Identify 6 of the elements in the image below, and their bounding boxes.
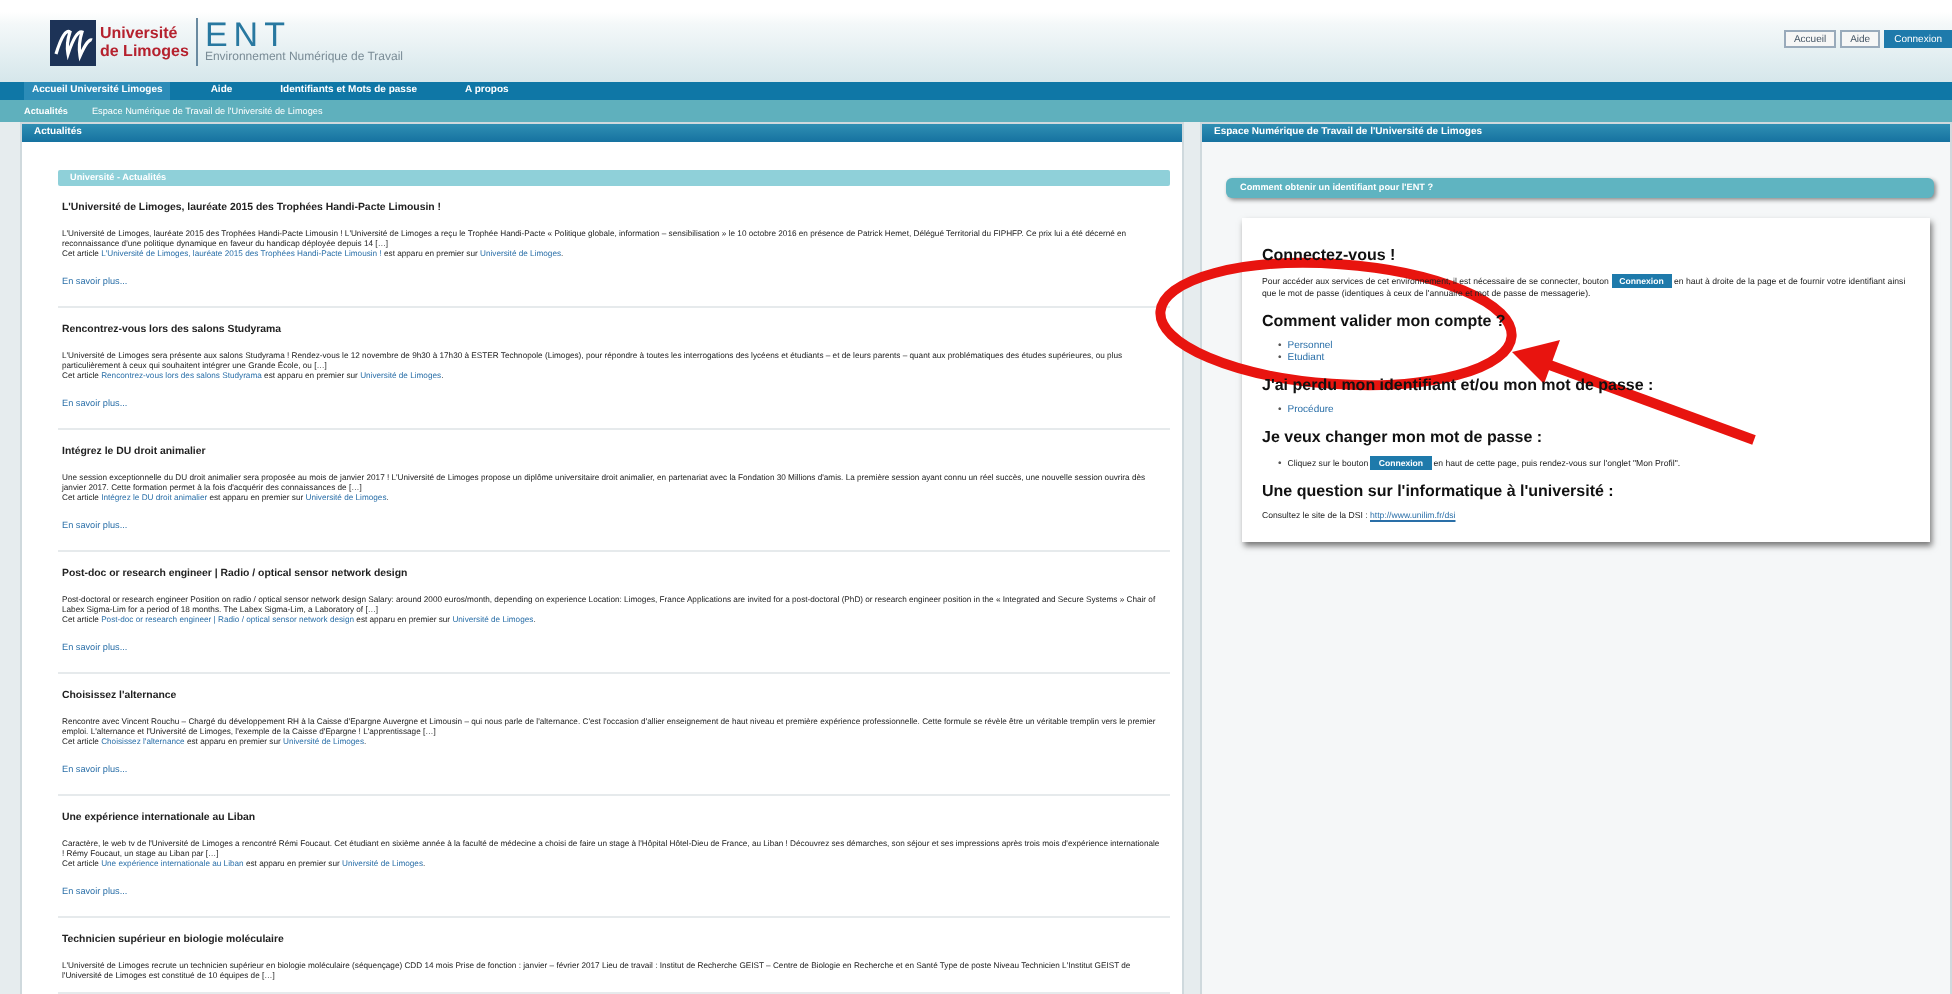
university-name: Université [100,24,180,42]
university-name: de Limoges [100,42,189,60]
section-heading: Je veux changer mon mot de passe : [1262,428,1545,446]
logo-icon [50,19,96,65]
app-name: ENT [204,20,291,52]
section-heading: Une question sur l'informatique à l'université : [1262,482,1616,500]
